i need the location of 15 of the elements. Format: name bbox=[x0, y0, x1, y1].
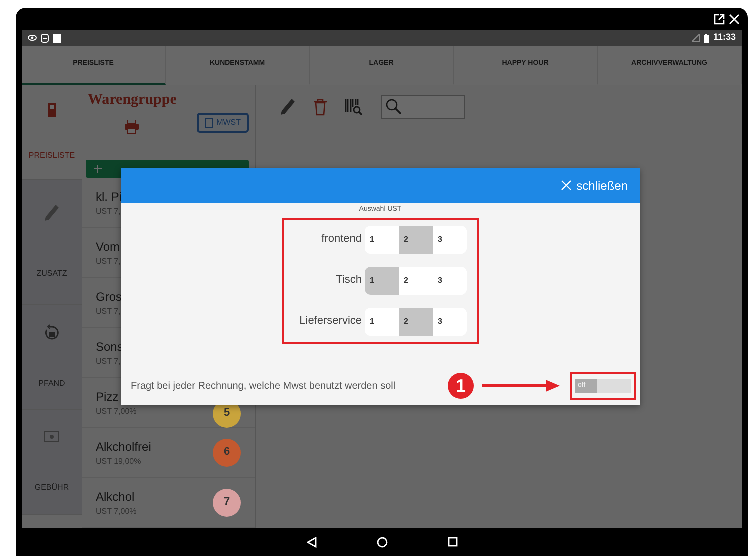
option-label: frontend bbox=[320, 232, 362, 248]
item-name: Gros bbox=[96, 288, 122, 306]
panel-title: Warengruppe bbox=[88, 91, 177, 110]
item-name: Pizz bbox=[96, 388, 120, 406]
number-badge: 7 bbox=[213, 488, 241, 516]
item-name: Alkcholfrei bbox=[96, 438, 152, 456]
setting-label: Fragt bei jeder Rechnung, welche Mwst benutzt werden soll bbox=[131, 380, 396, 394]
clock-text: 11:33 bbox=[713, 31, 736, 44]
option-label: Lieferservice bbox=[298, 314, 362, 330]
item-name: Vom bbox=[96, 238, 121, 256]
callout-number: 1 bbox=[448, 373, 474, 399]
option-label: Tisch bbox=[335, 273, 362, 288]
item-name: Alkchol bbox=[96, 488, 136, 506]
item-name: kl. Pi bbox=[96, 188, 122, 206]
number-badge: 6 bbox=[213, 438, 241, 466]
